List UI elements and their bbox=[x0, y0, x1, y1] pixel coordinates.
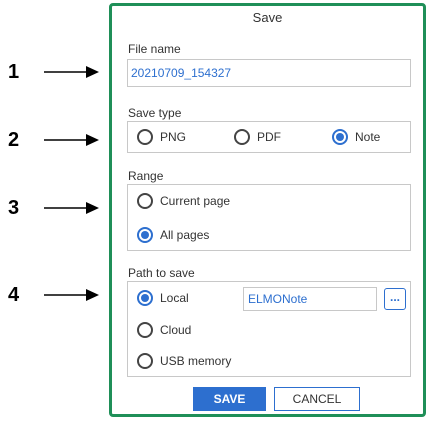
radio-cloud[interactable]: Cloud bbox=[137, 322, 191, 338]
callout-number: 4 bbox=[8, 284, 20, 306]
arrow-right-icon bbox=[44, 134, 99, 146]
radio-label: PNG bbox=[160, 130, 187, 144]
arrow-right-icon bbox=[44, 66, 99, 78]
radio-usb-memory[interactable]: USB memory bbox=[137, 353, 231, 369]
callout-3: 3 bbox=[0, 196, 105, 220]
callout-2: 2 bbox=[0, 128, 105, 152]
radio-circle-icon bbox=[234, 129, 250, 145]
path-label: Path to save bbox=[128, 266, 195, 280]
arrow-right-icon bbox=[44, 202, 99, 214]
radio-local[interactable]: Local bbox=[137, 290, 189, 306]
callout-1: 1 bbox=[0, 60, 105, 84]
arrow-right-icon bbox=[44, 289, 99, 301]
file-name-label: File name bbox=[128, 42, 181, 56]
radio-current-page[interactable]: Current page bbox=[137, 193, 230, 209]
radio-label: Note bbox=[355, 130, 381, 144]
radio-label: USB memory bbox=[160, 354, 232, 368]
callout-4: 4 bbox=[0, 283, 105, 307]
radio-selected-icon bbox=[332, 129, 348, 145]
radio-circle-icon bbox=[137, 322, 153, 338]
callout-number: 1 bbox=[8, 61, 20, 83]
radio-circle-icon bbox=[137, 353, 153, 369]
radio-label: Local bbox=[160, 291, 189, 305]
radio-all-pages[interactable]: All pages bbox=[137, 227, 209, 243]
radio-label: All pages bbox=[160, 228, 210, 242]
radio-label: Current page bbox=[160, 194, 231, 208]
save-type-label: Save type bbox=[128, 106, 182, 120]
callout-number: 3 bbox=[8, 197, 20, 219]
path-folder-field[interactable]: ELMONote bbox=[243, 287, 377, 311]
path-group: Local ELMONote ... Cloud USB memory bbox=[127, 281, 411, 377]
save-dialog: Save File name 20210709_154327 Save type… bbox=[109, 3, 426, 417]
save-type-group: PNG PDF Note bbox=[127, 121, 411, 153]
callout-number: 2 bbox=[8, 129, 20, 151]
file-name-value: 20210709_154327 bbox=[131, 66, 232, 80]
file-name-field[interactable]: 20210709_154327 bbox=[127, 59, 411, 87]
radio-png[interactable]: PNG bbox=[137, 129, 186, 145]
radio-selected-icon bbox=[137, 290, 153, 306]
radio-note[interactable]: Note bbox=[332, 129, 380, 145]
radio-circle-icon bbox=[137, 193, 153, 209]
radio-label: PDF bbox=[257, 130, 281, 144]
cancel-button[interactable]: CANCEL bbox=[274, 387, 360, 411]
browse-button[interactable]: ... bbox=[384, 288, 406, 310]
range-group: Current page All pages bbox=[127, 184, 411, 251]
save-button[interactable]: SAVE bbox=[193, 387, 266, 411]
radio-circle-icon bbox=[137, 129, 153, 145]
radio-pdf[interactable]: PDF bbox=[234, 129, 281, 145]
radio-selected-icon bbox=[137, 227, 153, 243]
dialog-title: Save bbox=[252, 10, 283, 25]
radio-label: Cloud bbox=[160, 323, 192, 337]
range-label: Range bbox=[128, 169, 164, 183]
